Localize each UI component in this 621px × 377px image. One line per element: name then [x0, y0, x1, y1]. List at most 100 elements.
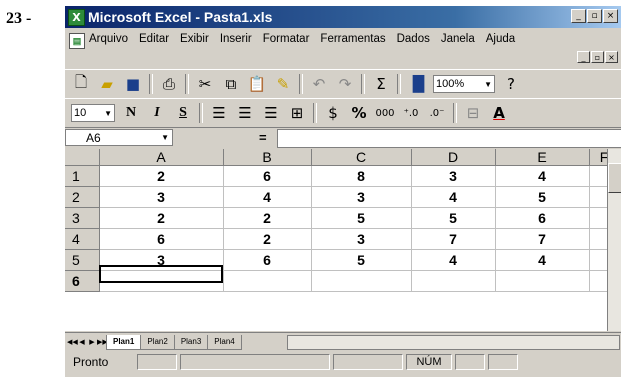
cell[interactable]: 3 — [311, 228, 412, 250]
cell[interactable]: 3 — [411, 165, 496, 187]
first-sheet-icon[interactable]: ◀◀ — [67, 336, 78, 348]
print-icon[interactable]: ⎙ — [159, 75, 179, 93]
doc-minimize-button[interactable]: _ — [577, 51, 590, 63]
prev-sheet-icon[interactable]: ◀ — [77, 336, 87, 348]
cell[interactable]: 2 — [223, 207, 312, 229]
cell[interactable] — [411, 270, 496, 292]
column-header[interactable]: A — [99, 149, 224, 166]
merge-center-icon[interactable]: ⊞ — [287, 104, 307, 122]
menu-formatar[interactable]: Formatar — [263, 33, 310, 45]
cell[interactable]: 3 — [99, 186, 224, 208]
currency-icon[interactable]: $ — [323, 104, 343, 122]
name-box[interactable]: A6 ▼ — [65, 129, 173, 146]
formula-input[interactable] — [277, 129, 621, 148]
document-icon[interactable]: ▤ — [69, 33, 85, 49]
chart-wizard-icon[interactable]: ▐▌ — [407, 75, 430, 93]
align-left-icon[interactable]: ☰ — [209, 104, 229, 122]
save-icon[interactable]: ■ — [123, 75, 143, 93]
sheet-tab-plan4[interactable]: Plan4 — [207, 334, 242, 350]
menu-ferramentas[interactable]: Ferramentas — [320, 33, 385, 45]
zoom-dropdown[interactable]: 100% ▼ — [433, 75, 495, 93]
cell[interactable]: 5 — [311, 207, 412, 229]
cell[interactable] — [223, 270, 312, 292]
menu-exibir[interactable]: Exibir — [180, 33, 209, 45]
next-sheet-icon[interactable]: ▶ — [87, 336, 97, 348]
vertical-scroll-thumb[interactable] — [608, 163, 621, 193]
doc-close-button[interactable]: × — [605, 51, 618, 63]
column-header[interactable]: E — [495, 149, 590, 166]
cell[interactable]: 4 — [495, 249, 590, 271]
cell[interactable]: 2 — [99, 165, 224, 187]
cell[interactable] — [311, 270, 412, 292]
cell[interactable] — [99, 270, 224, 292]
row-header[interactable]: 3 — [65, 207, 100, 229]
cell[interactable]: 7 — [411, 228, 496, 250]
row-header[interactable]: 1 — [65, 165, 100, 187]
column-header[interactable]: B — [223, 149, 312, 166]
cell[interactable]: 5 — [311, 249, 412, 271]
cell[interactable]: 4 — [411, 249, 496, 271]
restore-button[interactable]: ▫ — [587, 9, 602, 23]
menu-ajuda[interactable]: Ajuda — [486, 33, 515, 45]
percent-button[interactable]: % — [349, 104, 369, 122]
format-painter-icon[interactable]: ✎ — [273, 75, 293, 93]
copy-icon[interactable]: ⧉ — [221, 75, 241, 93]
cell[interactable]: 6 — [495, 207, 590, 229]
cell[interactable]: 6 — [99, 228, 224, 250]
sheet-tab-plan2[interactable]: Plan2 — [140, 334, 175, 350]
bold-button[interactable]: N — [121, 105, 141, 121]
menu-inserir[interactable]: Inserir — [220, 33, 252, 45]
paste-icon[interactable]: 📋 — [247, 75, 267, 93]
vertical-scrollbar[interactable] — [607, 149, 621, 331]
menu-janela[interactable]: Janela — [441, 33, 475, 45]
doc-restore-button[interactable]: ▫ — [591, 51, 604, 63]
formula-equals-button[interactable]: = — [259, 130, 267, 145]
cell[interactable]: 4 — [223, 186, 312, 208]
thousands-button[interactable]: 000 — [375, 108, 395, 119]
cell[interactable]: 5 — [411, 207, 496, 229]
close-button[interactable]: × — [603, 9, 618, 23]
open-folder-icon[interactable]: ▰ — [97, 75, 117, 93]
minimize-button[interactable]: _ — [571, 9, 586, 23]
decrease-decimal-icon[interactable]: .0⁻ — [427, 108, 447, 119]
cell[interactable]: 2 — [223, 228, 312, 250]
row-header[interactable]: 2 — [65, 186, 100, 208]
cell[interactable] — [495, 270, 590, 292]
row-header[interactable]: 5 — [65, 249, 100, 271]
menu-editar[interactable]: Editar — [139, 33, 169, 45]
column-header[interactable]: C — [311, 149, 412, 166]
row-header[interactable]: 6 — [65, 270, 100, 292]
undo-icon[interactable]: ↶ — [309, 75, 329, 93]
cell[interactable]: 4 — [495, 165, 590, 187]
cell[interactable]: 4 — [411, 186, 496, 208]
redo-icon[interactable]: ↷ — [335, 75, 355, 93]
cell[interactable]: 3 — [99, 249, 224, 271]
column-header[interactable]: D — [411, 149, 496, 166]
excel-app-icon[interactable]: X — [68, 9, 85, 26]
select-all-corner[interactable] — [65, 149, 100, 166]
font-size-dropdown[interactable]: 10 ▼ — [71, 104, 115, 122]
new-document-icon[interactable]: 🗋 — [71, 72, 91, 97]
cell[interactable]: 7 — [495, 228, 590, 250]
autosum-icon[interactable]: Σ — [371, 75, 391, 93]
cell[interactable]: 8 — [311, 165, 412, 187]
horizontal-scrollbar[interactable] — [287, 335, 620, 350]
underline-button[interactable]: S — [173, 105, 193, 121]
help-icon[interactable]: ? — [501, 75, 521, 93]
cell[interactable]: 6 — [223, 165, 312, 187]
italic-button[interactable]: I — [147, 105, 167, 121]
borders-icon[interactable]: ⊟ — [463, 104, 483, 122]
sheet-tab-plan1[interactable]: Plan1 — [106, 334, 142, 350]
cell[interactable]: 5 — [495, 186, 590, 208]
cell[interactable]: 3 — [311, 186, 412, 208]
cell[interactable]: 2 — [99, 207, 224, 229]
align-right-icon[interactable]: ☰ — [261, 104, 281, 122]
menu-arquivo[interactable]: Arquivo — [89, 33, 128, 45]
menu-dados[interactable]: Dados — [397, 33, 430, 45]
increase-decimal-icon[interactable]: ⁺.0 — [401, 108, 421, 119]
cut-icon[interactable]: ✂ — [195, 75, 215, 93]
font-color-icon[interactable]: A — [489, 104, 509, 122]
align-center-icon[interactable]: ☰ — [235, 104, 255, 122]
row-header[interactable]: 4 — [65, 228, 100, 250]
title-bar[interactable]: X Microsoft Excel - Pasta1.xls _ ▫ × — [65, 6, 621, 28]
